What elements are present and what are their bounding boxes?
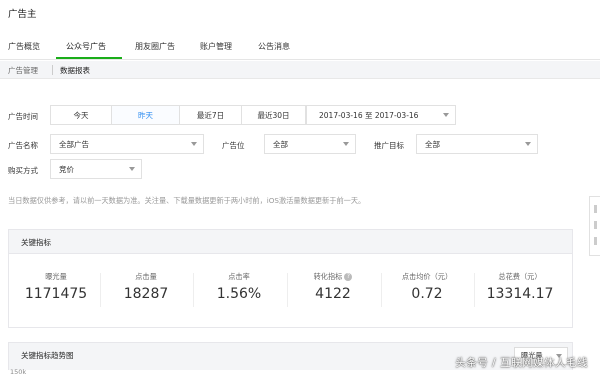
purchase-method-label: 购买方式 xyxy=(8,166,38,175)
time-option-yesterday[interactable]: 昨天 xyxy=(112,105,180,125)
side-panel-mark xyxy=(594,221,597,229)
metric-impressions: 曝光量 1171475 xyxy=(10,272,102,302)
metric-label: 总花费（元） xyxy=(498,272,542,281)
chevron-down-icon xyxy=(343,142,349,146)
key-metrics-title: 关键指标 xyxy=(21,238,51,247)
side-panel-mark xyxy=(594,237,597,245)
key-metrics-header: 关键指标 xyxy=(9,230,572,254)
watermark: 头条号 / 互联网媒体人毛线 xyxy=(455,357,588,369)
metric-clicks: 点击量 18287 xyxy=(100,272,192,302)
ad-slot-value: 全部 xyxy=(273,139,288,149)
tab-announcements[interactable]: 公告消息 xyxy=(258,41,290,52)
metric-conversions: 转化指标? 4122 xyxy=(287,272,379,302)
time-option-last-30-days[interactable]: 最近30日 xyxy=(242,105,306,125)
promotion-target-select[interactable]: 全部 xyxy=(416,134,538,154)
metric-value: 1.56% xyxy=(216,286,262,302)
chevron-down-icon xyxy=(129,167,135,171)
metric-value: 0.72 xyxy=(411,286,443,302)
side-panel-tab[interactable] xyxy=(589,196,600,256)
subnav-divider xyxy=(52,65,53,75)
ad-slot-select[interactable]: 全部 xyxy=(264,134,356,154)
help-icon[interactable]: ? xyxy=(344,273,353,281)
metric-avg-click-price: 点击均价（元） 0.72 xyxy=(381,272,473,302)
side-panel-mark xyxy=(594,205,597,213)
purchase-method-value: 竞价 xyxy=(59,164,74,174)
subnav-data-report[interactable]: 数据报表 xyxy=(60,65,90,76)
chevron-down-icon xyxy=(443,113,449,117)
date-range-picker[interactable]: 2017-03-16 至 2017-03-16 xyxy=(306,105,456,125)
sub-navigation: 广告管理 数据报表 xyxy=(0,61,600,79)
chevron-down-icon xyxy=(191,142,197,146)
active-tab-indicator xyxy=(56,57,122,59)
y-axis-top-label: 150k xyxy=(10,368,27,376)
metric-value: 13314.17 xyxy=(486,286,554,302)
tab-moments-ads[interactable]: 朋友圈广告 xyxy=(135,41,175,52)
date-range-value: 2017-03-16 至 2017-03-16 xyxy=(319,110,419,120)
time-option-last-7-days[interactable]: 最近7日 xyxy=(180,105,242,125)
chevron-down-icon xyxy=(525,142,531,146)
metric-label: 曝光量 xyxy=(45,272,67,281)
ad-name-value: 全部广告 xyxy=(59,139,89,149)
purchase-method-select[interactable]: 竞价 xyxy=(50,159,142,179)
metric-total-spend: 总花费（元） 13314.17 xyxy=(474,272,566,302)
main-tabs: 广告概览 公众号广告 朋友圈广告 账户管理 公告消息 xyxy=(0,36,600,60)
metric-value: 1171475 xyxy=(24,286,88,302)
ad-name-label: 广告名称 xyxy=(8,141,38,150)
metric-ctr: 点击率 1.56% xyxy=(193,272,285,302)
metric-label: 点击均价（元） xyxy=(401,272,453,281)
trend-title: 关键指标趋势图 xyxy=(21,351,74,360)
promotion-target-value: 全部 xyxy=(425,139,440,149)
time-option-today[interactable]: 今天 xyxy=(50,105,112,125)
metric-label: 点击量 xyxy=(135,272,157,281)
tab-overview[interactable]: 广告概览 xyxy=(8,41,40,52)
ad-slot-label: 广告位 xyxy=(222,141,245,150)
ad-name-select[interactable]: 全部广告 xyxy=(50,134,204,154)
metric-label: 点击率 xyxy=(228,272,250,281)
promotion-target-label: 推广目标 xyxy=(374,141,404,150)
metric-label: 转化指标? xyxy=(287,272,379,282)
time-filter-label: 广告时间 xyxy=(8,112,38,121)
data-notice: 当日数据仅供参考，请以前一天数据为准。关注量、下载量数据更新于两小时前，iOS激… xyxy=(8,196,366,205)
metric-value: 18287 xyxy=(123,286,169,302)
metric-value: 4122 xyxy=(315,286,351,302)
tab-account-management[interactable]: 账户管理 xyxy=(200,41,232,52)
page-title: 广告主 xyxy=(8,9,37,20)
subnav-ad-management[interactable]: 广告管理 xyxy=(8,65,38,76)
tab-official-account-ads[interactable]: 公众号广告 xyxy=(66,41,106,52)
